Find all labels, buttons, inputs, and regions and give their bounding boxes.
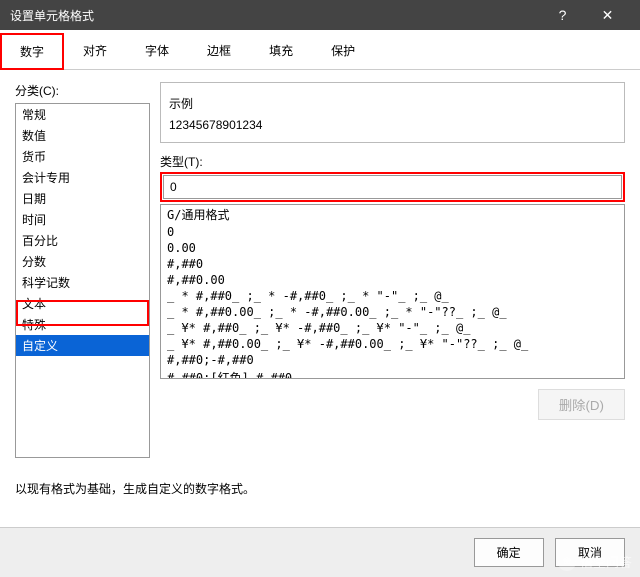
footer: 确定 取消 bbox=[0, 527, 640, 577]
tab-protection[interactable]: 保护 bbox=[312, 33, 374, 70]
titlebar-text: 设置单元格格式 bbox=[10, 7, 540, 24]
category-item[interactable]: 自定义 bbox=[16, 335, 149, 356]
format-item[interactable]: _ ¥* #,##0_ ;_ ¥* -#,##0_ ;_ ¥* "-"_ ;_ … bbox=[161, 320, 624, 336]
close-button[interactable]: ✕ bbox=[585, 0, 630, 30]
category-label: 分类(C): bbox=[15, 82, 150, 99]
tab-alignment[interactable]: 对齐 bbox=[64, 33, 126, 70]
ok-button[interactable]: 确定 bbox=[474, 538, 544, 567]
category-item[interactable]: 数值 bbox=[16, 125, 149, 146]
category-item[interactable]: 文本 bbox=[16, 293, 149, 314]
format-item[interactable]: #,##0.00 bbox=[161, 272, 624, 288]
cancel-button[interactable]: 取消 bbox=[555, 538, 625, 567]
category-item[interactable]: 时间 bbox=[16, 209, 149, 230]
category-item[interactable]: 百分比 bbox=[16, 230, 149, 251]
category-item[interactable]: 分数 bbox=[16, 251, 149, 272]
tab-border[interactable]: 边框 bbox=[188, 33, 250, 70]
titlebar: 设置单元格格式 ? ✕ bbox=[0, 0, 640, 30]
tab-font[interactable]: 字体 bbox=[126, 33, 188, 70]
category-item[interactable]: 特殊 bbox=[16, 314, 149, 335]
delete-row: 删除(D) bbox=[160, 389, 625, 420]
format-item[interactable]: #,##0 bbox=[161, 256, 624, 272]
example-box: 示例 12345678901234 bbox=[160, 82, 625, 143]
format-item[interactable]: 0.00 bbox=[161, 240, 624, 256]
category-item[interactable]: 日期 bbox=[16, 188, 149, 209]
category-panel: 分类(C): 常规数值货币会计专用日期时间百分比分数科学记数文本特殊自定义 bbox=[15, 82, 150, 458]
tab-strip: 数字 对齐 字体 边框 填充 保护 bbox=[0, 30, 640, 70]
format-item[interactable]: 0 bbox=[161, 224, 624, 240]
category-item[interactable]: 货币 bbox=[16, 146, 149, 167]
format-item[interactable]: _ * #,##0.00_ ;_ * -#,##0.00_ ;_ * "-"??… bbox=[161, 304, 624, 320]
tab-number[interactable]: 数字 bbox=[0, 33, 64, 70]
category-item[interactable]: 会计专用 bbox=[16, 167, 149, 188]
help-button[interactable]: ? bbox=[540, 0, 585, 30]
category-item[interactable]: 常规 bbox=[16, 104, 149, 125]
category-list[interactable]: 常规数值货币会计专用日期时间百分比分数科学记数文本特殊自定义 bbox=[15, 103, 150, 458]
format-list[interactable]: G/通用格式00.00#,##0#,##0.00_ * #,##0_ ;_ * … bbox=[160, 204, 625, 379]
format-item[interactable]: G/通用格式 bbox=[161, 205, 624, 224]
type-label: 类型(T): bbox=[160, 153, 625, 170]
example-label: 示例 bbox=[169, 95, 616, 112]
content-area: 分类(C): 常规数值货币会计专用日期时间百分比分数科学记数文本特殊自定义 示例… bbox=[0, 70, 640, 470]
right-panel: 示例 12345678901234 类型(T): G/通用格式00.00#,##… bbox=[160, 82, 625, 458]
example-value: 12345678901234 bbox=[169, 118, 616, 132]
category-item[interactable]: 科学记数 bbox=[16, 272, 149, 293]
format-item[interactable]: _ ¥* #,##0.00_ ;_ ¥* -#,##0.00_ ;_ ¥* "-… bbox=[161, 336, 624, 352]
titlebar-controls: ? ✕ bbox=[540, 0, 630, 30]
delete-button: 删除(D) bbox=[538, 389, 625, 420]
type-input[interactable] bbox=[163, 175, 622, 199]
format-item[interactable]: _ * #,##0_ ;_ * -#,##0_ ;_ * "-"_ ;_ @_ bbox=[161, 288, 624, 304]
format-item[interactable]: #,##0;-#,##0 bbox=[161, 352, 624, 368]
helper-text: 以现有格式为基础，生成自定义的数字格式。 bbox=[15, 480, 625, 497]
type-input-highlight bbox=[160, 172, 625, 202]
tab-fill[interactable]: 填充 bbox=[250, 33, 312, 70]
format-item[interactable]: #,##0;[红色]-#,##0 bbox=[161, 368, 624, 379]
